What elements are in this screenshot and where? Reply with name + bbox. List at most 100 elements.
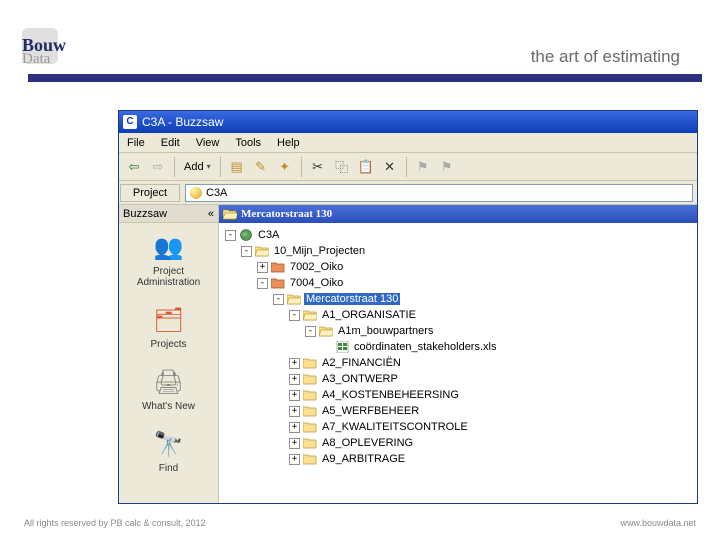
sidebar-item-whats-new[interactable]: 🖨 What's New bbox=[119, 358, 218, 420]
expand-icon[interactable]: + bbox=[289, 390, 300, 401]
node-label: A3_ONTWERP bbox=[320, 373, 400, 385]
menu-tools[interactable]: Tools bbox=[227, 137, 269, 149]
project-label[interactable]: Project bbox=[120, 184, 180, 202]
node-label: A8_OPLEVERING bbox=[320, 437, 415, 449]
tree[interactable]: - C3A - 10_Mijn_Projecten + 7002_Oiko - bbox=[219, 223, 697, 471]
expand-icon[interactable]: + bbox=[289, 454, 300, 465]
node-label: coördinaten_stakeholders.xls bbox=[352, 341, 498, 353]
tree-node[interactable]: - 7004_Oiko bbox=[219, 275, 697, 291]
sidebar-item-label: Project Administration bbox=[121, 266, 216, 288]
tree-node[interactable]: + A8_OPLEVERING bbox=[219, 435, 697, 451]
tool-btn-2[interactable]: ✎ bbox=[250, 156, 272, 178]
menu-view[interactable]: View bbox=[188, 137, 228, 149]
folder-icon bbox=[303, 437, 317, 449]
project-field[interactable]: C3A bbox=[185, 184, 693, 202]
back-button[interactable]: ⇦ bbox=[123, 156, 145, 178]
sidebar-item-label: What's New bbox=[121, 401, 216, 412]
tree-node[interactable]: - A1_ORGANISATIE bbox=[219, 307, 697, 323]
node-label: A5_WERFBEHEER bbox=[320, 405, 421, 417]
folder-icon bbox=[271, 261, 285, 273]
bulb-icon bbox=[190, 187, 202, 199]
tool-btn-3[interactable]: ✦ bbox=[274, 156, 296, 178]
tree-node[interactable]: + A2_FINANCIËN bbox=[219, 355, 697, 371]
header-divider bbox=[28, 74, 702, 82]
node-label: 10_Mijn_Projecten bbox=[272, 245, 367, 257]
sidebar-item-project-admin[interactable]: 👥 Project Administration bbox=[119, 223, 218, 296]
sidebar-item-find[interactable]: 🔭 Find bbox=[119, 420, 218, 482]
add-button[interactable]: Add bbox=[180, 156, 215, 178]
collapse-icon[interactable]: - bbox=[305, 326, 316, 337]
tree-node[interactable]: + A4_KOSTENBEHEERSING bbox=[219, 387, 697, 403]
collapse-icon[interactable]: - bbox=[289, 310, 300, 321]
sidebar-item-projects[interactable]: 🗂 Projects bbox=[119, 296, 218, 358]
node-label: A2_FINANCIËN bbox=[320, 357, 403, 369]
separator bbox=[220, 157, 221, 177]
menu-help[interactable]: Help bbox=[269, 137, 308, 149]
people-icon: 👥 bbox=[153, 231, 185, 263]
tree-node[interactable]: - A1m_bouwpartners bbox=[219, 323, 697, 339]
app-body: Buzzsaw « 👥 Project Administration 🗂 Pro… bbox=[119, 205, 697, 503]
delete-button[interactable]: ✕ bbox=[379, 156, 401, 178]
tree-node[interactable]: + A9_ARBITRAGE bbox=[219, 451, 697, 467]
window-title: C3A - Buzzsaw bbox=[142, 115, 223, 129]
tree-node[interactable]: + A3_ONTWERP bbox=[219, 371, 697, 387]
folder-icon bbox=[303, 405, 317, 417]
folder-icon bbox=[303, 373, 317, 385]
expand-icon[interactable]: + bbox=[289, 374, 300, 385]
menubar: File Edit View Tools Help bbox=[119, 133, 697, 153]
forward-button[interactable]: ⇨ bbox=[147, 156, 169, 178]
sidebar: Buzzsaw « 👥 Project Administration 🗂 Pro… bbox=[119, 205, 219, 503]
app-window: C C3A - Buzzsaw File Edit View Tools Hel… bbox=[118, 110, 698, 504]
xls-icon bbox=[335, 341, 349, 353]
footer-right: www.bouwdata.net bbox=[620, 519, 696, 528]
tree-node[interactable]: + 7002_Oiko bbox=[219, 259, 697, 275]
expand-icon[interactable]: + bbox=[289, 438, 300, 449]
tool-btn-1[interactable]: ▤ bbox=[226, 156, 248, 178]
expand-icon[interactable]: + bbox=[289, 406, 300, 417]
collapse-icon[interactable]: - bbox=[257, 278, 268, 289]
menu-edit[interactable]: Edit bbox=[153, 137, 188, 149]
expand-icon[interactable]: + bbox=[257, 262, 268, 273]
folder-icon bbox=[303, 421, 317, 433]
folder-icon bbox=[303, 309, 317, 321]
node-label: Mercatorstraat 130 bbox=[304, 293, 400, 305]
sidebar-header: Buzzsaw « bbox=[119, 205, 218, 223]
node-label: 7004_Oiko bbox=[288, 277, 345, 289]
separator bbox=[406, 157, 407, 177]
collapse-icon[interactable]: - bbox=[241, 246, 252, 257]
sidebar-item-label: Projects bbox=[121, 339, 216, 350]
tree-node[interactable]: + A5_WERFBEHEER bbox=[219, 403, 697, 419]
tree-node[interactable]: - 10_Mijn_Projecten bbox=[219, 243, 697, 259]
copy-button[interactable]: ⿻ bbox=[331, 156, 353, 178]
sidebar-title: Buzzsaw bbox=[123, 208, 167, 220]
folder-icon bbox=[303, 357, 317, 369]
node-label: A1m_bouwpartners bbox=[336, 325, 435, 337]
tree-node-file[interactable]: coördinaten_stakeholders.xls bbox=[219, 339, 697, 355]
tree-node[interactable]: + A7_KWALITEITSCONTROLE bbox=[219, 419, 697, 435]
folder-icon bbox=[255, 245, 269, 257]
flag-button-2[interactable]: ⚑ bbox=[436, 156, 458, 178]
collapse-icon[interactable]: - bbox=[225, 230, 236, 241]
menu-file[interactable]: File bbox=[119, 137, 153, 149]
tree-node-selected[interactable]: - Mercatorstraat 130 bbox=[219, 291, 697, 307]
toolbar: ⇦ ⇨ Add ▤ ✎ ✦ ✂ ⿻ 📋 ✕ ⚑ ⚑ bbox=[119, 153, 697, 181]
titlebar[interactable]: C C3A - Buzzsaw bbox=[119, 111, 697, 133]
cut-button[interactable]: ✂ bbox=[307, 156, 329, 178]
tree-node-root[interactable]: - C3A bbox=[219, 227, 697, 243]
collapse-icon[interactable]: - bbox=[273, 294, 284, 305]
footer-left: All rights reserved by PB calc & consult… bbox=[24, 519, 206, 528]
app-icon: C bbox=[123, 115, 137, 129]
folder-icon bbox=[223, 208, 237, 220]
expand-icon[interactable]: + bbox=[289, 358, 300, 369]
sidebar-collapse-icon[interactable]: « bbox=[208, 208, 214, 220]
slide-header: Bouw Data the art of estimating bbox=[0, 0, 720, 82]
node-label: A4_KOSTENBEHEERSING bbox=[320, 389, 461, 401]
expand-icon[interactable]: + bbox=[289, 422, 300, 433]
flag-button-1[interactable]: ⚑ bbox=[412, 156, 434, 178]
folder-icon bbox=[319, 325, 333, 337]
projects-icon: 🗂 bbox=[153, 304, 185, 336]
node-label: A1_ORGANISATIE bbox=[320, 309, 418, 321]
paste-button[interactable]: 📋 bbox=[355, 156, 377, 178]
node-label: 7002_Oiko bbox=[288, 261, 345, 273]
tree-header: Mercatorstraat 130 bbox=[219, 205, 697, 223]
